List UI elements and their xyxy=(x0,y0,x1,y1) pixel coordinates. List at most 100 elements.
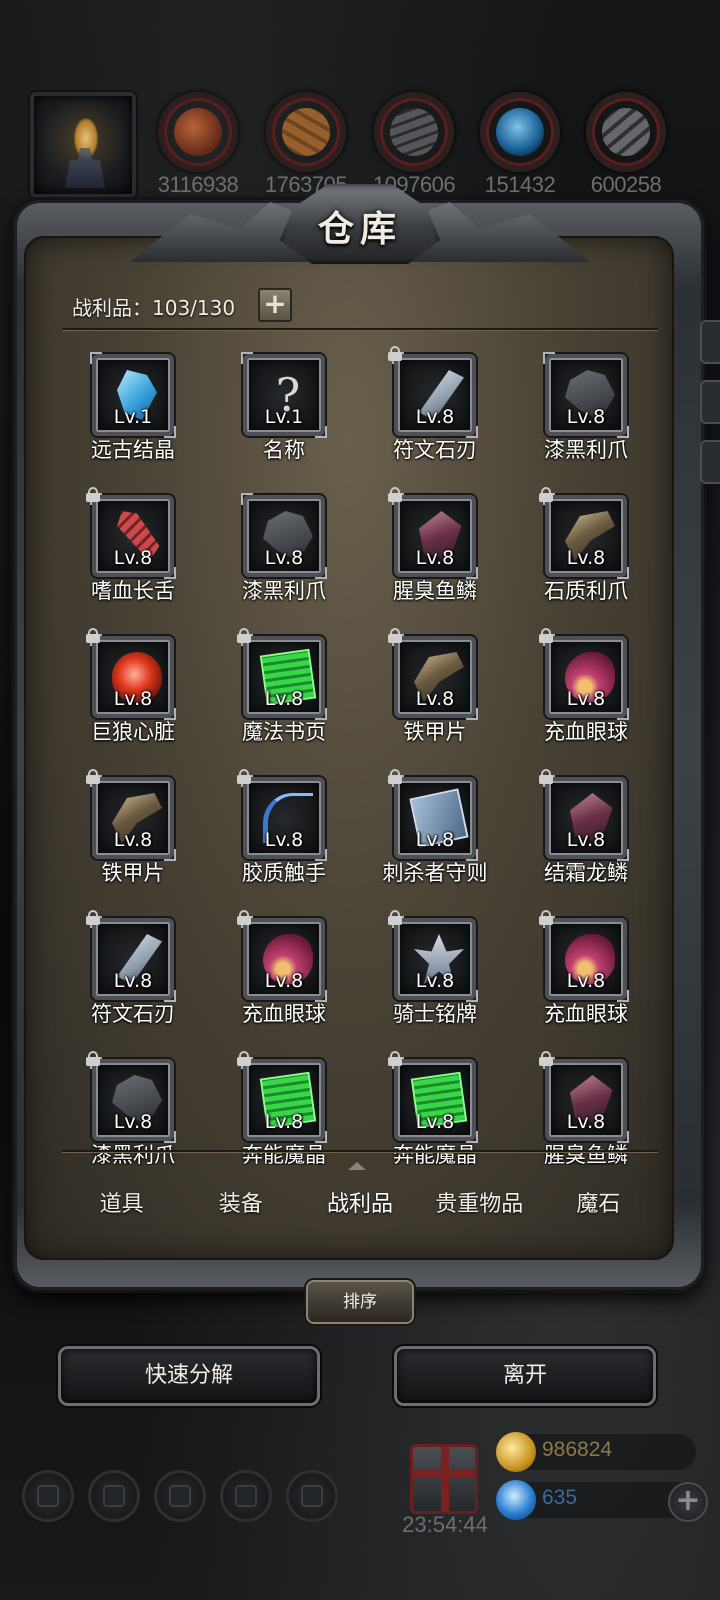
item-cell[interactable]: Lv.8 充血眼球 xyxy=(515,622,658,762)
item-level: Lv.8 xyxy=(566,688,606,710)
guild-menu-icon[interactable] xyxy=(154,1470,206,1522)
panel-title: 仓库 xyxy=(317,209,402,250)
expand-capacity-button[interactable]: + xyxy=(258,288,292,322)
item-slot[interactable]: Lv.8 xyxy=(392,352,478,438)
settings-menu-icon[interactable] xyxy=(22,1470,74,1522)
item-slot[interactable]: Lv.8 xyxy=(543,352,629,438)
item-slot[interactable]: Lv.8 xyxy=(543,634,629,720)
item-cell[interactable]: Lv.8 石质利爪 xyxy=(515,481,658,621)
item-name: 符文石刃 xyxy=(393,438,477,462)
item-slot[interactable]: Lv.8 xyxy=(392,634,478,720)
item-cell[interactable]: Lv.8 刺杀者守则 xyxy=(364,763,514,903)
tab-1[interactable]: 装备 xyxy=(181,1170,300,1240)
item-cell[interactable]: Lv.8 充血眼球 xyxy=(515,904,658,1044)
sort-button[interactable]: 排序 xyxy=(306,1280,414,1324)
item-slot[interactable]: Lv.8 xyxy=(241,1057,327,1143)
quick-decompose-button[interactable]: 快速分解 xyxy=(58,1346,320,1406)
item-cell[interactable]: Lv.8 嗜血长舌 xyxy=(62,481,212,621)
tab-3[interactable]: 贵重物品 xyxy=(420,1170,539,1240)
lock-icon xyxy=(388,1051,402,1066)
item-name: 符文石刃 xyxy=(91,1002,175,1026)
item-slot[interactable]: Lv.8 xyxy=(392,916,478,1002)
item-slot[interactable]: Lv.8 xyxy=(241,493,327,579)
resource-amount: 600258 xyxy=(590,172,662,197)
item-grid[interactable]: Lv.1 远古结晶? Lv.1 名称 Lv.8 符文石刃 Lv.8 漆黑利爪 Lv.8 嗜血长舌 L… xyxy=(62,340,658,1165)
side-tab[interactable] xyxy=(700,320,720,364)
item-slot[interactable]: Lv.8 xyxy=(241,634,327,720)
item-cell[interactable]: Lv.8 腥臭鱼鳞 xyxy=(364,481,514,621)
item-name: 胶质触手 xyxy=(242,861,326,885)
item-slot[interactable]: Lv.8 xyxy=(543,916,629,1002)
building-portrait-button[interactable] xyxy=(30,92,136,198)
resource-iron[interactable]: 600258 xyxy=(586,92,666,197)
item-level: Lv.8 xyxy=(415,688,455,710)
item-slot[interactable]: Lv.1 xyxy=(90,352,176,438)
item-slot[interactable]: Lv.8 xyxy=(90,775,176,861)
item-cell[interactable]: Lv.8 符文石刃 xyxy=(62,904,212,1044)
lock-icon xyxy=(86,1051,100,1066)
item-name: 充血眼球 xyxy=(544,1002,628,1026)
item-cell[interactable]: Lv.8 魔法书页 xyxy=(213,622,363,762)
item-name: 骑士铭牌 xyxy=(393,1002,477,1026)
map-menu-icon[interactable] xyxy=(286,1470,338,1522)
lock-icon xyxy=(86,628,100,643)
gift-box-icon[interactable] xyxy=(410,1444,478,1514)
lock-icon xyxy=(539,628,553,643)
resource-meat[interactable]: 3116938 xyxy=(158,92,239,197)
item-slot[interactable]: Lv.8 xyxy=(543,775,629,861)
item-name: 漆黑利爪 xyxy=(544,438,628,462)
item-level: Lv.8 xyxy=(113,829,153,851)
resource-stone[interactable]: 1097606 xyxy=(373,92,456,197)
item-slot[interactable]: ? Lv.1 xyxy=(241,352,327,438)
leave-button[interactable]: 离开 xyxy=(394,1346,656,1406)
item-level: Lv.8 xyxy=(113,1111,153,1133)
item-cell[interactable]: Lv.8 漆黑利爪 xyxy=(213,481,363,621)
item-cell[interactable]: Lv.8 铁甲片 xyxy=(364,622,514,762)
item-cell[interactable]: Lv.8 骑士铭牌 xyxy=(364,904,514,1044)
item-cell[interactable]: Lv.8 漆黑利爪 xyxy=(515,340,658,480)
item-cell[interactable]: Lv.1 远古结晶 xyxy=(62,340,212,480)
item-cell[interactable]: Lv.8 铁甲片 xyxy=(62,763,212,903)
item-name: 魔法书页 xyxy=(242,720,326,744)
item-slot[interactable]: Lv.8 xyxy=(241,775,327,861)
tab-4[interactable]: 魔石 xyxy=(539,1170,658,1240)
item-slot[interactable]: Lv.8 xyxy=(392,493,478,579)
hero-menu-icon[interactable] xyxy=(88,1470,140,1522)
resource-crystal[interactable]: 151432 xyxy=(480,92,560,197)
item-cell[interactable]: Lv.8 充血眼球 xyxy=(213,904,363,1044)
item-slot[interactable]: Lv.8 xyxy=(392,775,478,861)
item-slot[interactable]: Lv.8 xyxy=(543,493,629,579)
item-cell[interactable]: Lv.8 结霜龙鳞 xyxy=(515,763,658,903)
item-cell[interactable]: Lv.8 奔能魔晶 xyxy=(213,1045,363,1165)
tab-0[interactable]: 道具 xyxy=(62,1170,181,1240)
item-slot[interactable]: Lv.8 xyxy=(392,1057,478,1143)
item-cell[interactable]: Lv.8 巨狼心脏 xyxy=(62,622,212,762)
item-slot[interactable]: Lv.8 xyxy=(241,916,327,1002)
mail-menu-icon[interactable] xyxy=(220,1470,272,1522)
item-slot[interactable]: Lv.8 xyxy=(90,493,176,579)
tab-2[interactable]: 战利品 xyxy=(300,1170,419,1240)
side-tab[interactable] xyxy=(700,380,720,424)
item-cell[interactable]: Lv.8 漆黑利爪 xyxy=(62,1045,212,1165)
item-level: Lv.8 xyxy=(264,547,304,569)
item-slot[interactable]: Lv.8 xyxy=(90,1057,176,1143)
item-cell[interactable]: ? Lv.1 名称 xyxy=(213,340,363,480)
item-cell[interactable]: Lv.8 符文石刃 xyxy=(364,340,514,480)
item-slot[interactable]: Lv.8 xyxy=(90,634,176,720)
item-level: Lv.8 xyxy=(113,688,153,710)
resource-wood[interactable]: 1763705 xyxy=(265,92,348,197)
item-cell[interactable]: Lv.8 腥臭鱼鳞 xyxy=(515,1045,658,1165)
side-tab[interactable] xyxy=(700,440,720,484)
lock-icon xyxy=(539,487,553,502)
crystal-icon xyxy=(480,92,560,172)
item-slot[interactable]: Lv.8 xyxy=(543,1057,629,1143)
item-name: 铁甲片 xyxy=(101,861,165,885)
item-slot[interactable]: Lv.8 xyxy=(90,916,176,1002)
add-currency-button[interactable]: + xyxy=(668,1482,708,1522)
item-level: Lv.8 xyxy=(566,829,606,851)
item-cell[interactable]: Lv.8 奔能魔晶 xyxy=(364,1045,514,1165)
item-name: 名称 xyxy=(263,438,305,462)
item-cell[interactable]: Lv.8 胶质触手 xyxy=(213,763,363,903)
item-level: Lv.8 xyxy=(264,970,304,992)
item-level: Lv.8 xyxy=(113,970,153,992)
